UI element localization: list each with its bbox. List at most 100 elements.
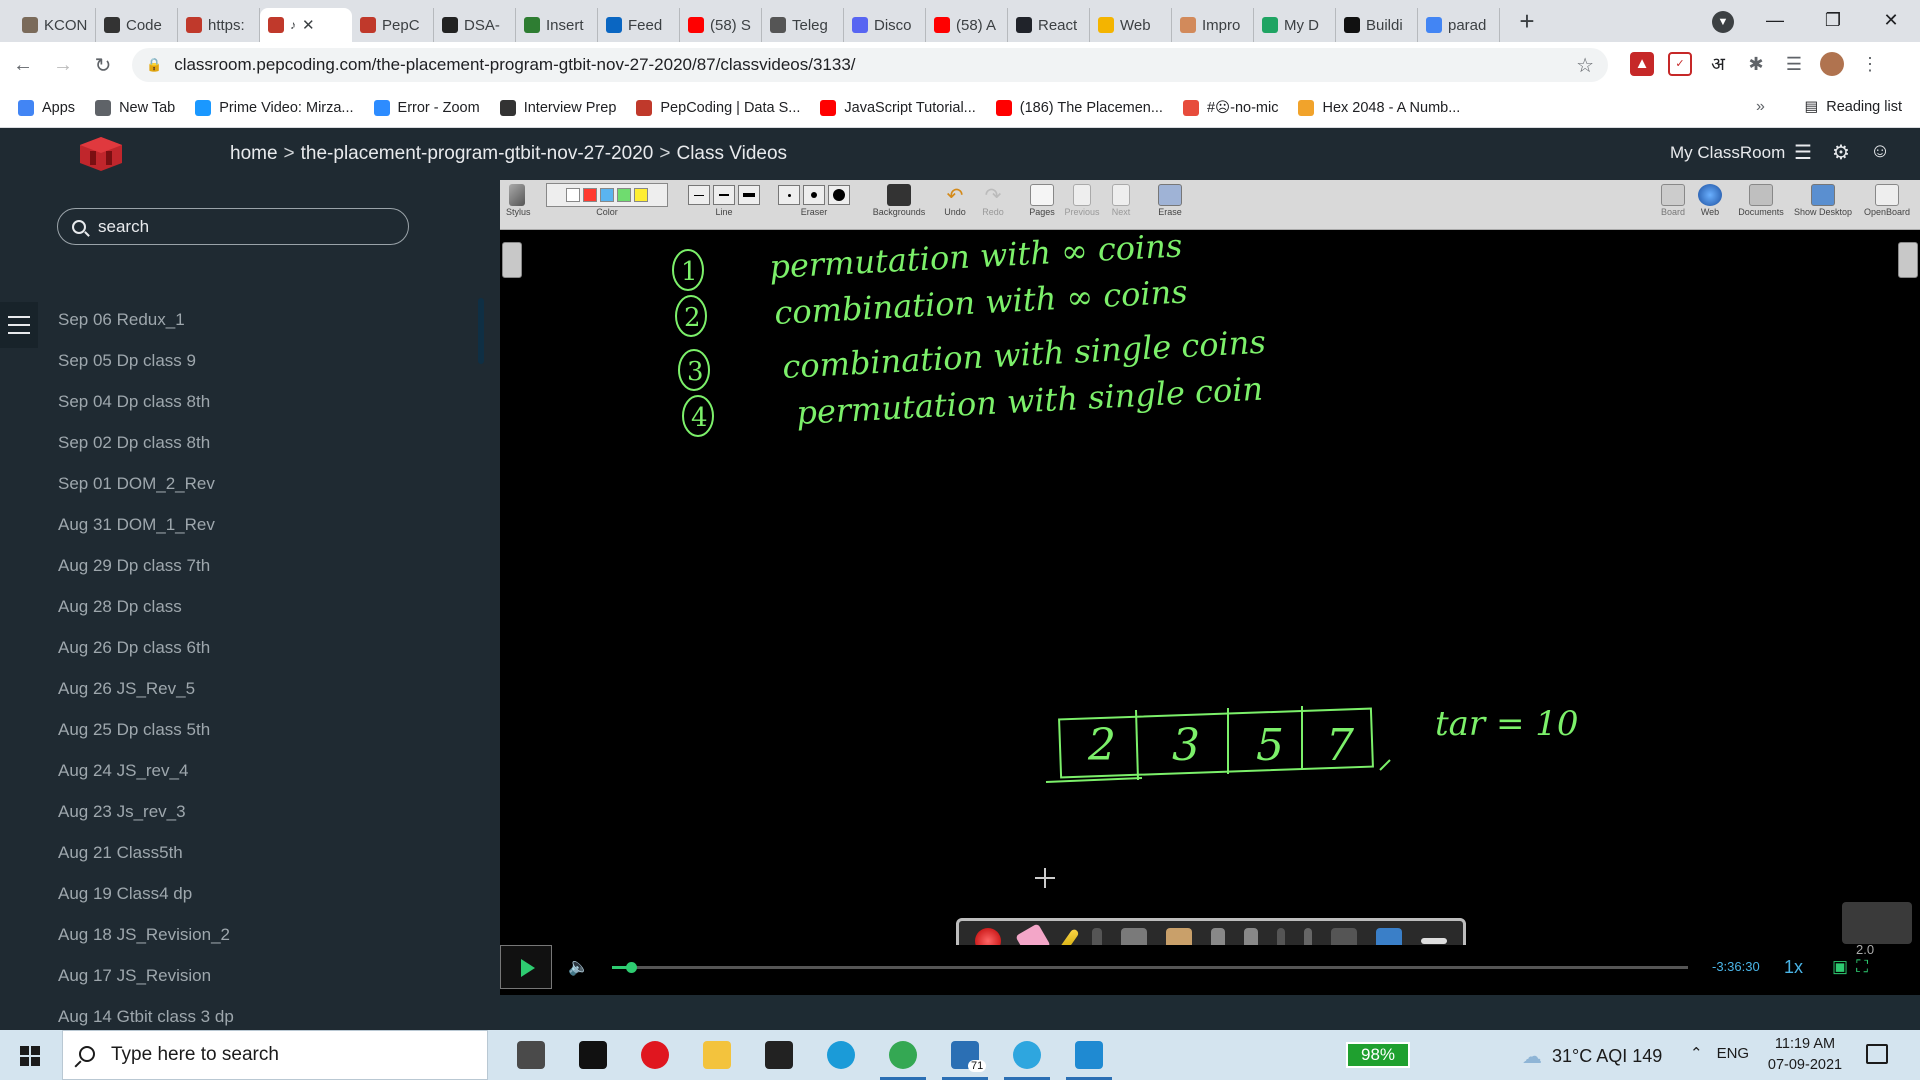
audio-playing-icon[interactable]: ♪ <box>290 18 296 32</box>
browser-tab[interactable]: KCON <box>14 8 96 42</box>
redo-button[interactable]: ↷ Redo <box>978 183 1008 218</box>
reading-list-button[interactable]: ▤ Reading list <box>1805 99 1902 115</box>
color-swatch[interactable] <box>583 188 597 202</box>
browser-tab[interactable]: Buildi <box>1336 8 1418 42</box>
my-classroom-link[interactable]: My ClassRoom <box>1670 143 1785 163</box>
eraser-large-button[interactable] <box>828 185 850 205</box>
taskbar-app[interactable] <box>686 1030 748 1080</box>
web-mode-button[interactable]: Web <box>1696 183 1724 217</box>
system-clock[interactable]: 11:19 AM 07-09-2021 <box>1760 1034 1850 1076</box>
erase-board-button[interactable]: Erase <box>1154 183 1186 217</box>
play-button[interactable] <box>500 945 552 989</box>
seek-handle[interactable] <box>626 962 638 973</box>
video-list-item[interactable]: Aug 28 Dp class <box>58 597 234 638</box>
lock-icon[interactable]: 🔒 <box>146 57 162 73</box>
user-profile-icon[interactable]: ☺ <box>1870 140 1890 165</box>
video-list-item[interactable]: Aug 26 Dp class 6th <box>58 638 234 679</box>
video-list-item[interactable]: Aug 25 Dp class 5th <box>58 720 234 761</box>
bookmark-item[interactable]: (186) The Placemen... <box>995 99 1163 116</box>
address-bar[interactable]: 🔒 classroom.pepcoding.com/the-placement-… <box>132 48 1608 82</box>
pepcoding-logo[interactable] <box>76 135 126 173</box>
notification-center-icon[interactable] <box>1866 1044 1888 1064</box>
picture-in-picture-icon[interactable]: ▣ <box>1832 957 1848 977</box>
video-list-item[interactable]: Aug 14 Gtbit class 3 dp <box>58 1007 234 1030</box>
color-swatch[interactable] <box>566 188 580 202</box>
virtual-keyboard-icon[interactable] <box>1421 938 1448 944</box>
bookmark-item[interactable]: JavaScript Tutorial... <box>820 99 976 116</box>
video-list-item[interactable]: Aug 26 JS_Rev_5 <box>58 679 234 720</box>
backgrounds-button[interactable]: Backgrounds <box>868 183 930 217</box>
color-swatch[interactable] <box>634 188 648 202</box>
shield-extension-icon[interactable]: ▲ <box>1630 52 1654 76</box>
taskbar-app[interactable] <box>500 1030 562 1080</box>
magnifier-widget[interactable] <box>1842 902 1912 944</box>
bookmark-item[interactable]: #☹-no-mic <box>1182 99 1278 116</box>
browser-tab[interactable]: Insert <box>516 8 598 42</box>
browser-tab[interactable]: ♪ ✕ <box>260 8 352 42</box>
taskbar-app[interactable] <box>996 1030 1058 1080</box>
taskbar-search-input[interactable]: Type here to search <box>62 1030 488 1080</box>
show-desktop-button[interactable]: Show Desktop <box>1792 183 1854 217</box>
bookmark-item[interactable]: Prime Video: Mirza... <box>195 99 354 116</box>
browser-tab[interactable]: PepC <box>352 8 434 42</box>
eraser-small-button[interactable] <box>778 185 800 205</box>
taskbar-app[interactable] <box>562 1030 624 1080</box>
sidebar-scrollbar[interactable] <box>478 298 484 364</box>
weather-widget[interactable]: ☁ 31°C AQI 149 <box>1522 1044 1662 1069</box>
browser-tab[interactable]: React <box>1008 8 1090 42</box>
bookmark-item[interactable]: Interview Prep <box>499 99 616 116</box>
video-list-item[interactable]: Sep 01 DOM_2_Rev <box>58 474 234 515</box>
whiteboard-canvas[interactable]: 1 permutation with ∞ coins 2 combination wi… <box>500 230 1920 945</box>
bookmark-item[interactable]: Apps <box>18 99 75 116</box>
browser-tab[interactable]: parad <box>1418 8 1500 42</box>
video-list-item[interactable]: Aug 19 Class4 dp <box>58 884 234 925</box>
browser-tab[interactable]: Disco <box>844 8 926 42</box>
openboard-menu-button[interactable]: OpenBoard <box>1858 183 1916 217</box>
video-list-item[interactable]: Sep 06 Redux_1 <box>58 310 234 351</box>
line-thin-button[interactable] <box>688 185 710 205</box>
line-thick-button[interactable] <box>738 185 760 205</box>
hamburger-menu-icon[interactable] <box>0 302 38 348</box>
language-indicator[interactable]: ENG <box>1717 1045 1750 1062</box>
more-bookmarks-icon[interactable]: » <box>1756 98 1765 116</box>
taskbar-app[interactable] <box>1058 1030 1120 1080</box>
new-tab-button[interactable]: + <box>1512 6 1542 37</box>
browser-tab[interactable]: (58) S <box>680 8 762 42</box>
puzzle-extensions-icon[interactable]: ✱ <box>1744 52 1768 76</box>
eraser-medium-button[interactable] <box>803 185 825 205</box>
documents-mode-button[interactable]: Documents <box>1736 183 1786 217</box>
close-tab-icon[interactable]: ✕ <box>302 16 315 34</box>
reload-button[interactable]: ↻ <box>86 53 120 78</box>
tab-search-icon[interactable]: ▼ <box>1712 11 1734 33</box>
browser-tab[interactable]: My D <box>1254 8 1336 42</box>
battery-indicator[interactable]: 98% <box>1346 1042 1410 1068</box>
back-button[interactable]: ← <box>6 54 40 77</box>
video-list-item[interactable]: Sep 05 Dp class 9 <box>58 351 234 392</box>
browser-tab[interactable]: Web <box>1090 8 1172 42</box>
next-page-button[interactable]: Next <box>1106 183 1136 217</box>
color-swatch[interactable] <box>617 188 631 202</box>
previous-page-button[interactable]: Previous <box>1062 183 1102 217</box>
video-list-item[interactable]: Aug 21 Class5th <box>58 843 234 884</box>
browser-tab[interactable]: Feed <box>598 8 680 42</box>
windows-start-icon[interactable] <box>20 1046 40 1066</box>
breadcrumb-home[interactable]: home <box>230 143 278 164</box>
list-menu-icon[interactable]: ☰ <box>1794 140 1812 165</box>
bookmark-item[interactable]: PepCoding | Data S... <box>636 99 800 116</box>
board-mode-button[interactable]: Board <box>1658 183 1688 217</box>
browser-tab[interactable]: Code <box>96 8 178 42</box>
settings-gear-icon[interactable]: ⚙ <box>1832 140 1850 165</box>
tray-expand-icon[interactable]: ⌃ <box>1690 1044 1703 1062</box>
taskbar-app[interactable] <box>872 1030 934 1080</box>
video-list-item[interactable]: Sep 04 Dp class 8th <box>58 392 234 433</box>
search-input[interactable]: search <box>57 208 409 245</box>
browser-tab[interactable]: Impro <box>1172 8 1254 42</box>
profile-avatar[interactable] <box>1820 52 1844 76</box>
taskbar-app[interactable] <box>748 1030 810 1080</box>
seek-bar[interactable] <box>612 962 1688 973</box>
taskbar-app[interactable] <box>810 1030 872 1080</box>
close-window-button[interactable]: ✕ <box>1862 0 1920 42</box>
video-list-item[interactable]: Aug 31 DOM_1_Rev <box>58 515 234 556</box>
fullscreen-icon[interactable]: ⛶ <box>1856 957 1868 977</box>
video-list-item[interactable]: Aug 29 Dp class 7th <box>58 556 234 597</box>
